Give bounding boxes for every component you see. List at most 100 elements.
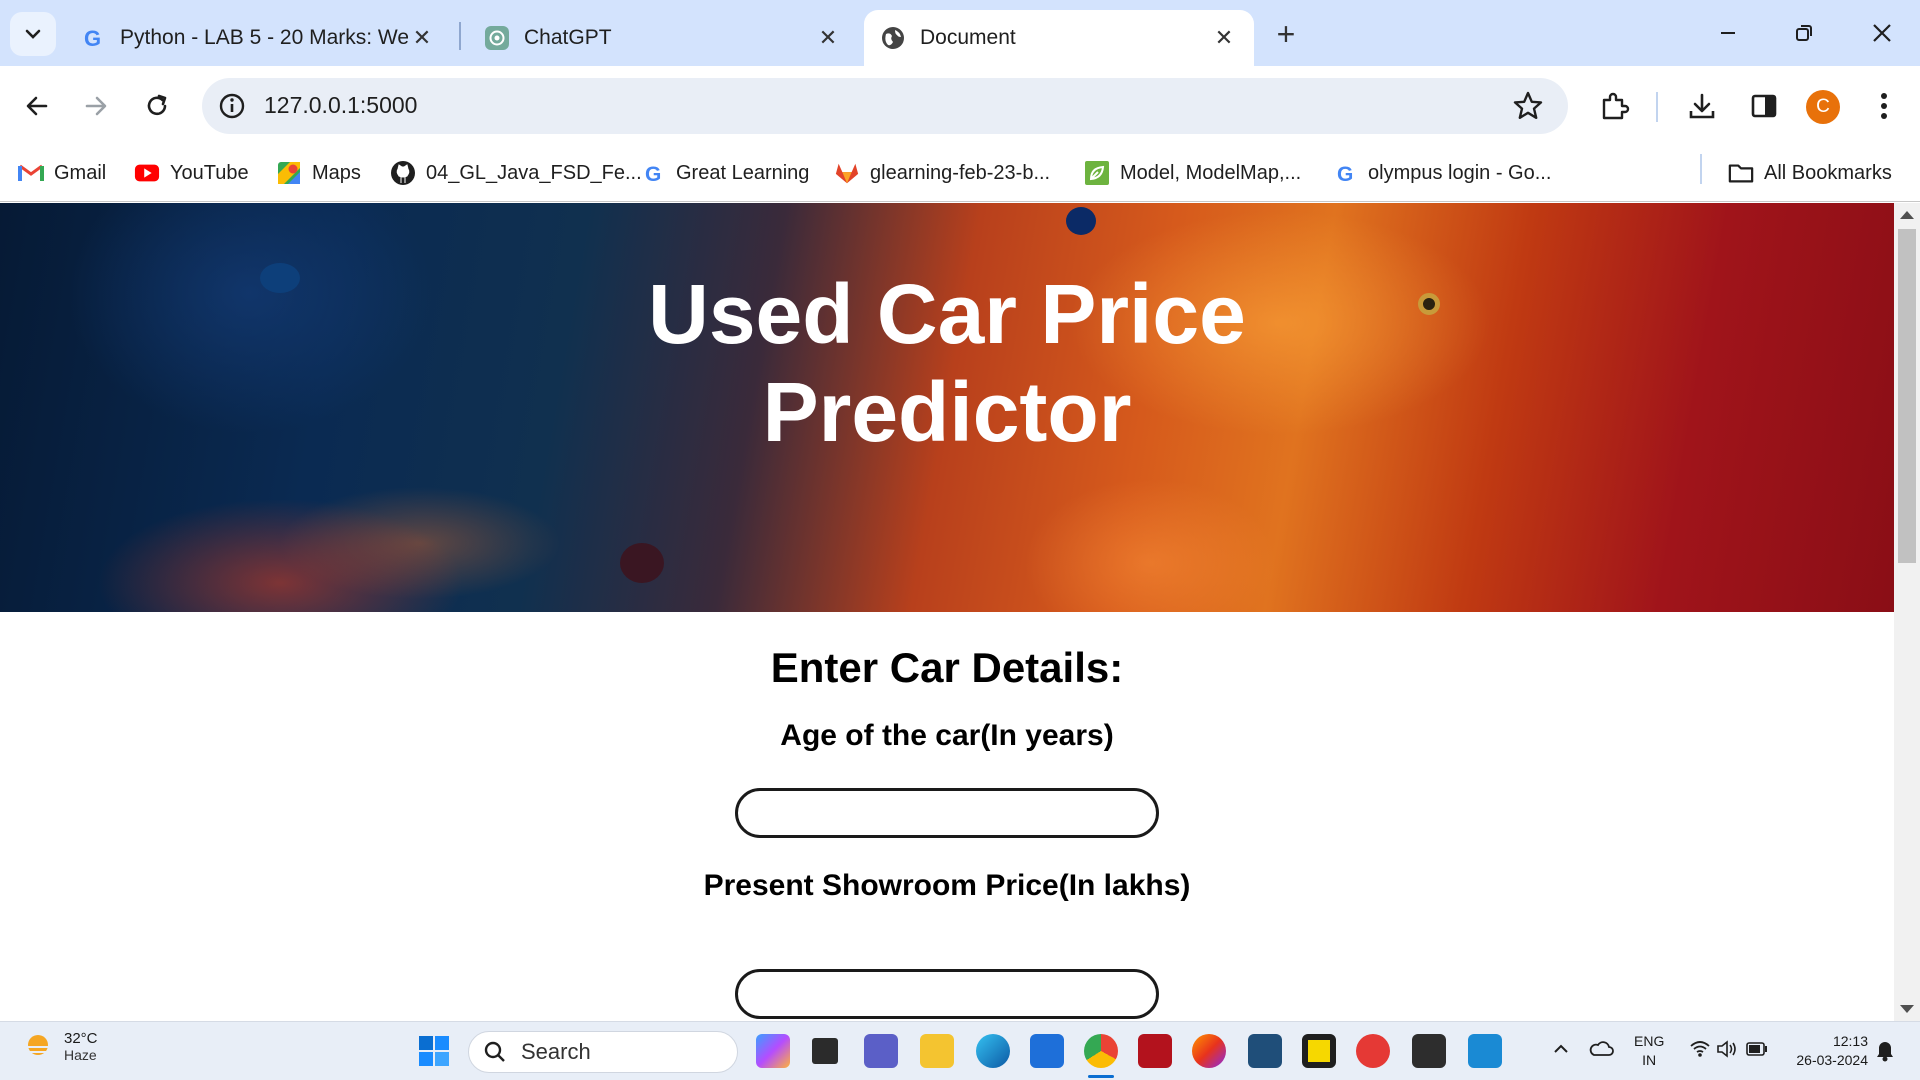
wps-office-icon[interactable] xyxy=(1356,1034,1390,1068)
bookmark-label: Great Learning xyxy=(676,161,810,184)
store-icon[interactable] xyxy=(1030,1034,1064,1068)
bookmark-model[interactable]: Model, ModelMap,... xyxy=(1084,156,1301,190)
bubble-decoration xyxy=(260,263,300,293)
bookmark-separator xyxy=(1700,154,1702,184)
onedrive-icon[interactable] xyxy=(1588,1038,1614,1063)
tab-python-lab[interactable]: G Python - LAB 5 - 20 Marks: Web ✕ xyxy=(64,10,452,66)
forward-button[interactable] xyxy=(72,82,120,130)
tab-search-button[interactable] xyxy=(10,12,56,56)
bookmark-github[interactable]: 04_GL_Java_FSD_Fe... xyxy=(390,156,642,190)
tab-title: Python - LAB 5 - 20 Marks: Web xyxy=(120,26,408,49)
taskbar-search[interactable]: Search xyxy=(468,1031,738,1073)
age-label: Age of the car(In years) xyxy=(780,719,1114,752)
page-title: Used Car Price Predictor xyxy=(648,267,1246,459)
svg-text:G: G xyxy=(1337,163,1353,186)
bookmark-label: Gmail xyxy=(54,161,107,184)
bookmark-gmail[interactable]: Gmail xyxy=(18,156,106,190)
close-icon[interactable]: ✕ xyxy=(1210,24,1238,52)
downloads-button[interactable] xyxy=(1684,88,1720,124)
url-text[interactable]: 127.0.0.1:5000 xyxy=(264,92,417,119)
volume-icon[interactable] xyxy=(1716,1040,1738,1063)
extensions-button[interactable] xyxy=(1596,88,1632,124)
bookmark-maps[interactable]: Maps xyxy=(276,156,361,190)
start-button[interactable] xyxy=(418,1035,450,1072)
edge-icon[interactable] xyxy=(976,1034,1010,1068)
clock-date: 26-03-2024 xyxy=(1796,1052,1868,1068)
app-icon[interactable] xyxy=(1138,1034,1172,1068)
bookmark-youtube[interactable]: YouTube xyxy=(134,156,249,190)
bookmark-label: Model, ModelMap,... xyxy=(1120,161,1302,184)
bookmark-olympus[interactable]: G olympus login - Go... xyxy=(1332,156,1551,190)
close-icon[interactable]: ✕ xyxy=(814,24,842,52)
gmail-icon xyxy=(18,160,44,186)
weather-widget[interactable]: 32°C Haze xyxy=(22,1030,98,1063)
vscode-icon[interactable] xyxy=(1468,1034,1502,1068)
firefox-icon[interactable] xyxy=(1192,1034,1226,1068)
task-view-icon[interactable] xyxy=(812,1038,838,1064)
star-icon[interactable] xyxy=(1512,90,1544,122)
close-icon[interactable]: ✕ xyxy=(408,24,436,52)
tab-document[interactable]: Document ✕ xyxy=(864,10,1254,66)
minimize-button[interactable] xyxy=(1700,10,1756,56)
showroom-price-label: Present Showroom Price(In lakhs) xyxy=(703,869,1191,902)
bubble-decoration xyxy=(1418,293,1440,315)
battery-icon[interactable] xyxy=(1746,1042,1768,1061)
bookmark-label: glearning-feb-23-b... xyxy=(870,161,1051,184)
language-indicator[interactable]: ENG IN xyxy=(1634,1032,1664,1070)
gitlab-icon xyxy=(834,160,860,186)
sticky-notes-icon[interactable] xyxy=(1302,1034,1336,1068)
github-icon xyxy=(390,160,416,186)
hero-banner: Used Car Price Predictor xyxy=(0,203,1894,612)
app-icon[interactable] xyxy=(1248,1034,1282,1068)
tab-separator xyxy=(459,22,461,50)
svg-text:G: G xyxy=(84,26,101,51)
tab-strip: G Python - LAB 5 - 20 Marks: Web ✕ ChatG… xyxy=(0,0,1920,66)
teams-icon[interactable] xyxy=(864,1034,898,1068)
page-scrollbar[interactable] xyxy=(1894,203,1920,1021)
notification-bell-icon[interactable] xyxy=(1876,1040,1894,1067)
copilot-icon[interactable] xyxy=(756,1034,790,1068)
bookmark-label: olympus login - Go... xyxy=(1368,161,1552,184)
new-tab-button[interactable]: + xyxy=(1266,14,1306,54)
all-bookmarks-button[interactable]: All Bookmarks xyxy=(1728,156,1892,190)
maps-icon xyxy=(276,160,302,186)
bookmark-gitlab[interactable]: glearning-feb-23-b... xyxy=(834,156,1050,190)
wifi-icon[interactable] xyxy=(1690,1040,1710,1063)
address-bar[interactable]: 127.0.0.1:5000 xyxy=(202,78,1568,134)
restore-icon xyxy=(1796,25,1812,41)
svg-text:G: G xyxy=(645,163,661,186)
google-icon: G xyxy=(1332,160,1358,186)
scroll-up-arrow[interactable] xyxy=(1900,211,1914,219)
info-icon[interactable] xyxy=(218,92,246,120)
scroll-down-arrow[interactable] xyxy=(1900,1005,1914,1013)
globe-icon xyxy=(882,27,904,49)
chevron-up-icon[interactable] xyxy=(1552,1040,1570,1063)
clock[interactable]: 12:13 26-03-2024 xyxy=(1786,1032,1868,1070)
leaf-icon xyxy=(1084,160,1110,186)
page-viewport: Used Car Price Predictor Enter Car Detai… xyxy=(0,203,1894,1021)
bookmark-great-learning[interactable]: G Great Learning xyxy=(640,156,809,190)
arrow-right-icon xyxy=(85,96,107,116)
active-app-indicator xyxy=(1088,1075,1114,1078)
profile-avatar[interactable]: C xyxy=(1806,90,1840,124)
showroom-price-input[interactable] xyxy=(735,969,1159,1019)
file-explorer-icon[interactable] xyxy=(920,1034,954,1068)
tab-chatgpt[interactable]: ChatGPT ✕ xyxy=(468,10,858,66)
age-input[interactable] xyxy=(735,788,1159,838)
arrow-left-icon xyxy=(26,96,48,116)
menu-button[interactable] xyxy=(1866,88,1902,124)
side-panel-button[interactable] xyxy=(1746,88,1782,124)
language-line1: ENG xyxy=(1634,1033,1665,1049)
restore-button[interactable] xyxy=(1776,10,1832,56)
back-button[interactable] xyxy=(13,82,61,130)
close-window-button[interactable] xyxy=(1854,10,1910,56)
browser-toolbar: 127.0.0.1:5000 C xyxy=(0,66,1920,146)
reload-button[interactable] xyxy=(133,82,181,130)
tab-title: Document xyxy=(920,26,1016,49)
scroll-thumb[interactable] xyxy=(1898,229,1916,563)
youtube-icon xyxy=(134,160,160,186)
chrome-icon[interactable] xyxy=(1084,1034,1118,1068)
terminal-icon[interactable] xyxy=(1412,1034,1446,1068)
sun-haze-icon xyxy=(26,1034,50,1055)
search-icon xyxy=(484,1041,505,1062)
